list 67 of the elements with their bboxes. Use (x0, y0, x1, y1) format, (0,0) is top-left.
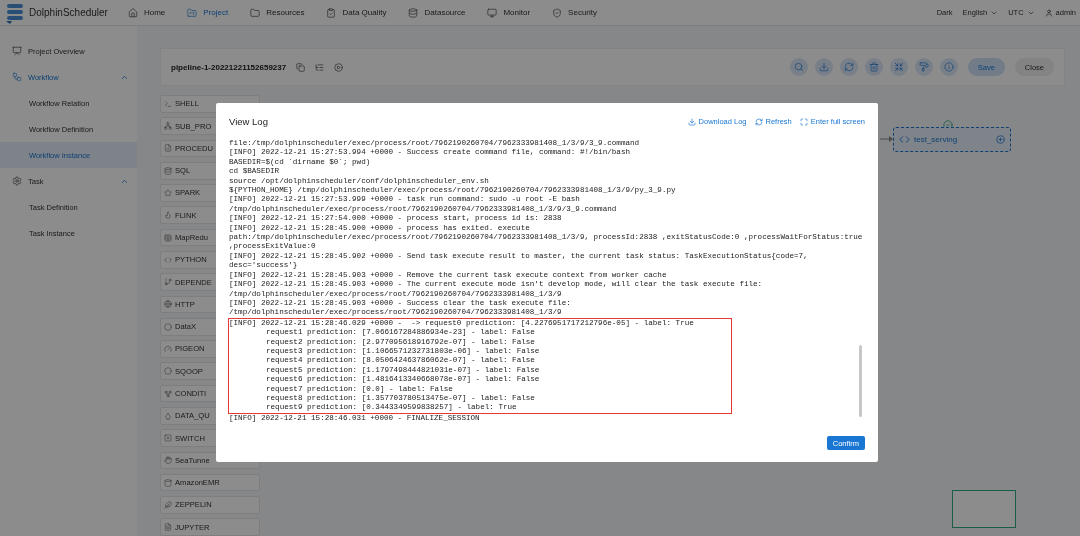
info-button[interactable] (939, 58, 958, 76)
minimap (952, 490, 1016, 528)
format-button[interactable] (914, 58, 933, 76)
clipboard-icon (326, 7, 337, 18)
connector-arrow (880, 135, 893, 143)
nav-tab[interactable]: Home (127, 7, 166, 18)
workflow-title: pipeline-1-20221221152659237 (171, 62, 287, 72)
code-icon (899, 134, 910, 145)
folder-icon (250, 7, 261, 18)
nav-tab[interactable]: Monitor (487, 7, 531, 18)
task-type-icon (164, 389, 172, 398)
refresh-icon (843, 62, 854, 72)
monitor-icon (487, 7, 498, 18)
task-type-icon (164, 211, 172, 220)
task-type-icon (164, 367, 172, 376)
task-type-icon (164, 434, 172, 443)
shrink-button[interactable] (889, 58, 908, 76)
roller-icon (918, 62, 929, 72)
nav-tab[interactable]: Data Quality (326, 7, 387, 18)
expand-icon (799, 117, 808, 126)
task-type-icon (164, 278, 172, 287)
presentation-icon (12, 46, 22, 56)
copy-icon[interactable] (296, 62, 306, 72)
task-type-icon (164, 122, 172, 131)
flow-icon (12, 72, 22, 82)
refresh-button[interactable] (839, 58, 858, 76)
shrink-icon (893, 62, 904, 72)
shield-icon (552, 7, 563, 18)
delete-button[interactable] (864, 58, 883, 76)
task-type-icon (164, 166, 172, 175)
task-type-icon (164, 411, 172, 420)
refresh-icon (754, 117, 763, 126)
board-icon (187, 7, 198, 18)
scrollbar-thumb[interactable] (859, 345, 862, 417)
search-button[interactable] (789, 58, 808, 76)
info-icon (943, 62, 954, 72)
nav-tab[interactable]: Resources (250, 7, 305, 18)
home-icon (127, 7, 138, 18)
task-type-icon (164, 344, 172, 353)
list-icon[interactable] (315, 62, 325, 72)
logo-icon (4, 1, 26, 24)
task-type-icon (164, 523, 172, 532)
add-icon[interactable] (996, 135, 1005, 144)
nav-tab[interactable]: Project (187, 7, 229, 18)
brand-name: DolphinScheduler (29, 7, 108, 18)
task-type-icon (164, 300, 172, 309)
task-type-icon (164, 456, 172, 465)
task-type-icon (164, 188, 172, 197)
gear-icon (12, 176, 22, 186)
database-icon (408, 7, 419, 18)
download-icon (818, 62, 829, 72)
task-type-icon (164, 99, 172, 108)
user-icon (1044, 8, 1053, 17)
task-type-icon (164, 144, 172, 153)
task-type-icon (164, 255, 172, 264)
download-icon (687, 117, 696, 126)
nav-tab[interactable]: Datasource (408, 7, 466, 18)
task-type-icon (164, 478, 172, 487)
task-type-icon (164, 233, 172, 242)
play-icon[interactable] (334, 62, 344, 72)
download-button[interactable] (814, 58, 833, 76)
task-type-icon (164, 500, 172, 509)
trash-icon (868, 62, 879, 72)
task-node[interactable]: test_serving (893, 127, 1011, 152)
task-type-icon (164, 322, 172, 331)
nav-tab[interactable]: Security (552, 7, 597, 18)
search-icon (793, 62, 804, 72)
